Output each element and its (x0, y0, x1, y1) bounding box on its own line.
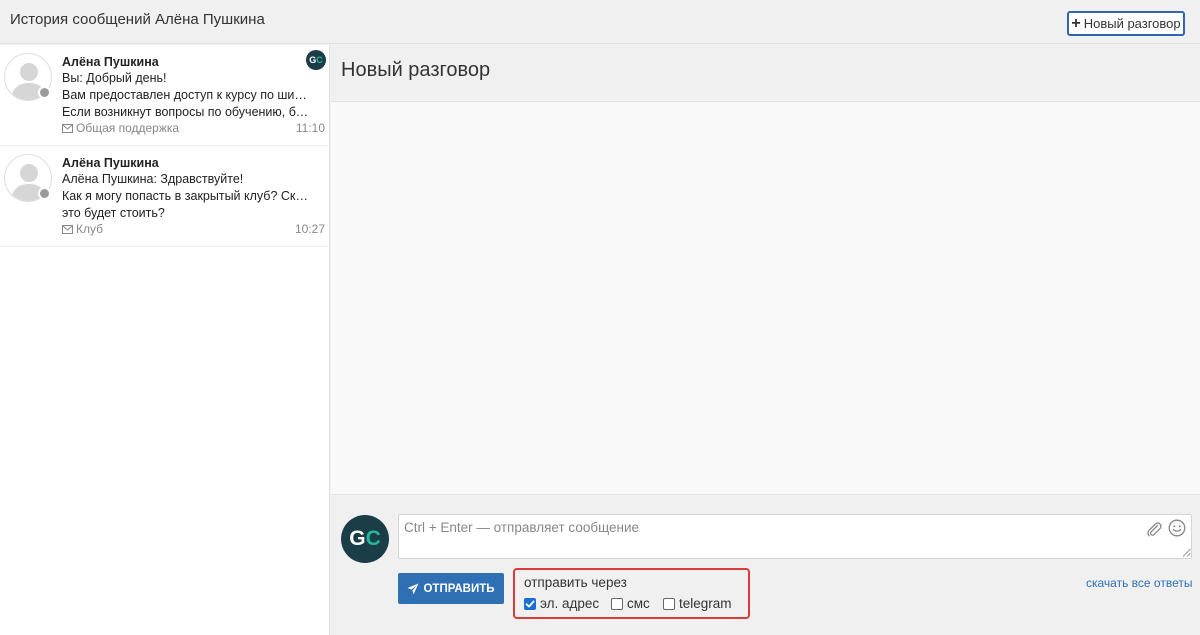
conversation-time: 10:27 (294, 222, 325, 236)
option-email-label: эл. адрес (540, 596, 600, 611)
paperclip-icon[interactable] (1146, 521, 1162, 537)
paper-plane-icon (407, 583, 419, 594)
option-telegram-checkbox[interactable]: telegram (663, 596, 732, 611)
conversation-list: GC Алёна Пушкина Вы: Добрый день! Вам пр… (0, 45, 330, 635)
conversation-item[interactable]: GC Алёна Пушкина Вы: Добрый день! Вам пр… (0, 45, 330, 146)
conversation-header: Новый разговор (331, 45, 1200, 102)
envelope-icon (62, 224, 73, 234)
page-title: История сообщений Алёна Пушкина (10, 11, 265, 28)
send-label: ОТПРАВИТЬ (423, 582, 495, 595)
conversation-panel: Новый разговор GC ОТПРАВИТЬ отправить че… (331, 45, 1200, 635)
gc-badge-icon: GC (306, 50, 326, 70)
option-telegram-label: telegram (679, 596, 732, 611)
message-preview-line: Если возникнут вопросы по обучению, буд.… (62, 105, 312, 119)
conversation-tag: Общая поддержка (62, 121, 179, 135)
option-sms-label: смс (627, 596, 650, 611)
message-input[interactable] (398, 514, 1192, 559)
message-preview-line: Как я могу попасть в закрытый клуб? Скол… (62, 189, 312, 203)
checkbox-icon[interactable] (663, 597, 675, 610)
composer: GC ОТПРАВИТЬ отправить через (331, 494, 1200, 635)
top-bar: История сообщений Алёна Пушкина + Новый … (0, 0, 1200, 44)
conversation-item[interactable]: Алёна Пушкина Алёна Пушкина: Здравствуйт… (0, 146, 330, 247)
checkbox-checked-icon[interactable] (524, 597, 536, 610)
send-via-label: отправить через (524, 575, 627, 590)
conversation-name: Алёна Пушкина (62, 55, 159, 69)
status-indicator (38, 187, 51, 200)
conversation-title: Новый разговор (341, 59, 491, 81)
envelope-icon (62, 123, 73, 133)
message-preview-line: Вы: Добрый день! (62, 71, 167, 85)
resize-handle-icon[interactable] (1182, 548, 1191, 557)
send-button[interactable]: ОТПРАВИТЬ (398, 573, 504, 604)
option-sms-checkbox[interactable]: смс (611, 596, 650, 611)
conversation-time: 11:10 (295, 121, 325, 135)
send-via-group: отправить через эл. адрес смс telegram (513, 568, 750, 619)
message-area (331, 102, 1200, 494)
message-preview-line: Алёна Пушкина: Здравствуйте! (62, 172, 244, 186)
conversation-name: Алёна Пушкина (62, 156, 159, 170)
download-all-replies-link[interactable]: скачать все ответы (1086, 576, 1192, 590)
status-indicator (38, 86, 51, 99)
new-conversation-button[interactable]: + Новый разговор (1067, 11, 1185, 36)
conversation-tag: Клуб (62, 222, 103, 236)
plus-icon: + (1071, 14, 1081, 32)
gc-avatar: GC (341, 515, 389, 563)
new-conversation-label: Новый разговор (1083, 16, 1181, 31)
emoji-icon[interactable] (1168, 519, 1186, 537)
checkbox-icon[interactable] (611, 597, 623, 610)
message-preview-line: Вам предоставлен доступ к курсу по шитью… (62, 88, 312, 102)
message-preview-line: это будет стоить? (62, 206, 165, 220)
option-email-checkbox[interactable]: эл. адрес (524, 596, 599, 611)
